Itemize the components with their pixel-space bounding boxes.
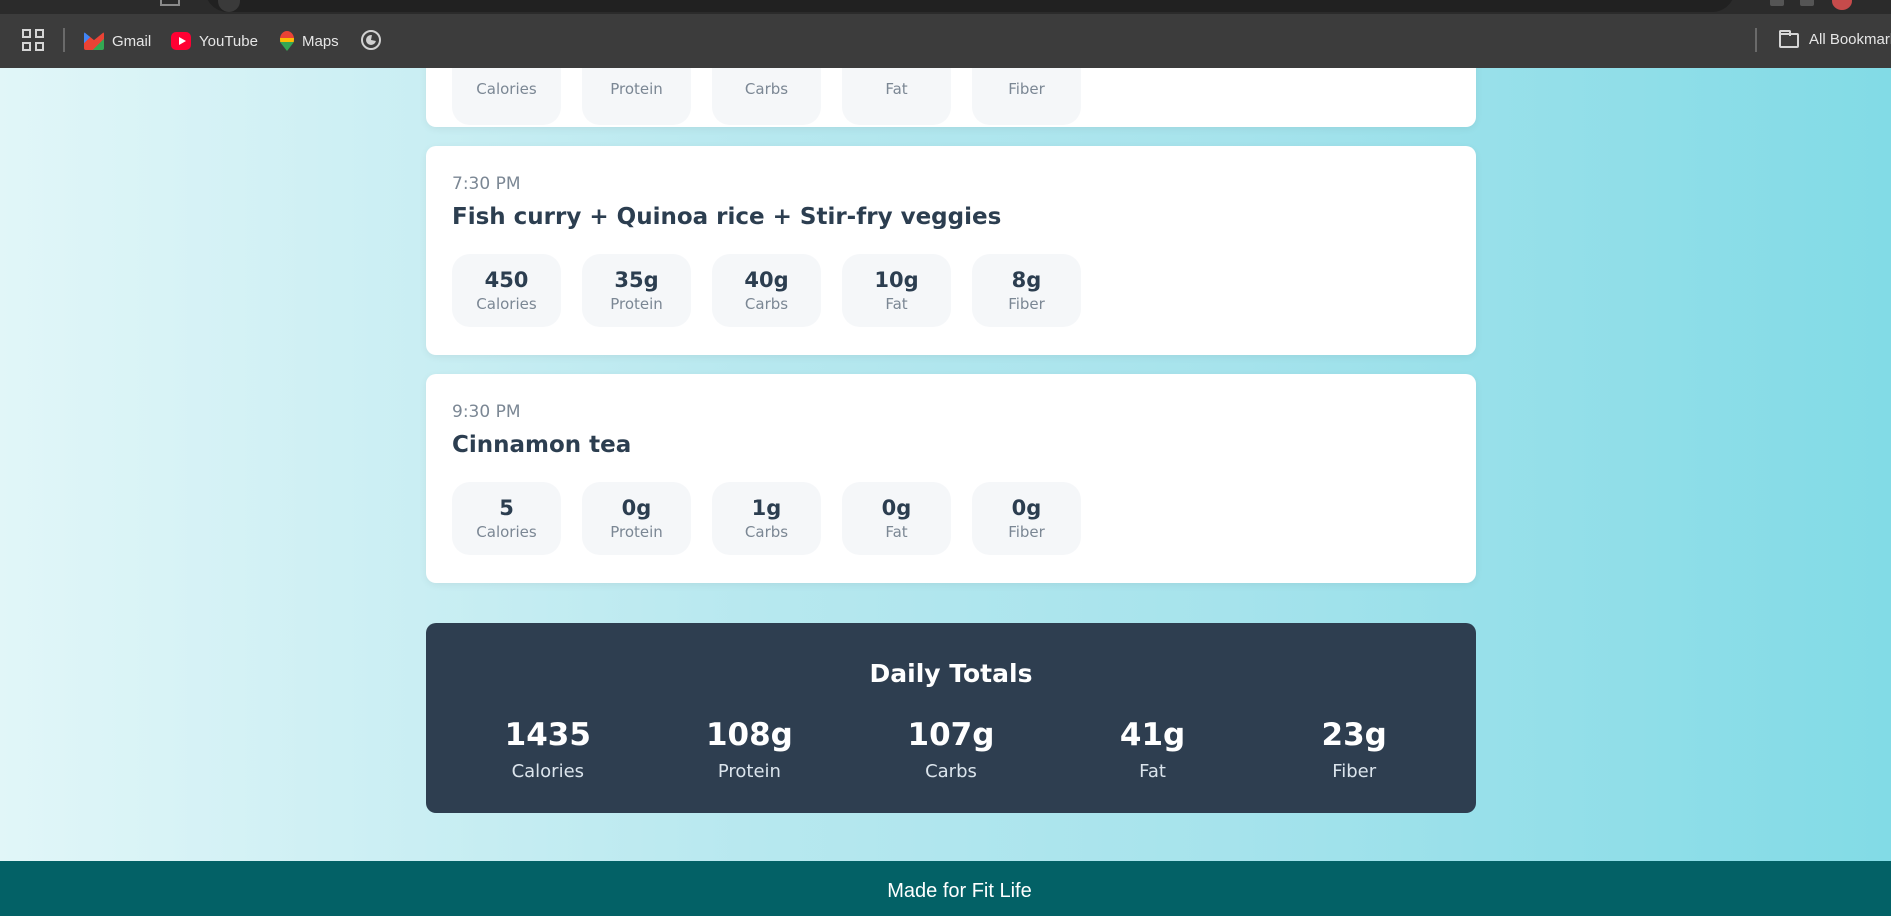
daily-totals-row: 1435 Calories 108g Protein 107g Carbs 41…	[447, 715, 1455, 787]
nutrient-chip-carbs: 40g Carbs	[712, 254, 821, 327]
nutrient-chip-fat: 10g Fat	[842, 254, 951, 327]
nutrient-label: Calories	[476, 294, 537, 313]
nutrient-chip-fat: Fat	[842, 68, 951, 125]
nutrient-label: Fat	[885, 522, 908, 541]
nutrient-label: Fat	[885, 294, 908, 313]
nutrient-label: Carbs	[744, 79, 789, 98]
nutrient-chip-fiber: 8g Fiber	[972, 254, 1081, 327]
nutrient-label: Fiber	[1008, 79, 1045, 98]
nutrient-label: Calories	[476, 522, 537, 541]
nutrient-label: Calories	[476, 79, 537, 98]
folder-icon[interactable]	[1779, 30, 1799, 48]
nutrient-label: Carbs	[744, 522, 789, 541]
tab-search-icon[interactable]	[160, 0, 180, 6]
bookmark-maps[interactable]: Maps	[280, 28, 339, 54]
nutrient-chip-protein: 0g Protein	[582, 482, 691, 555]
youtube-icon	[171, 32, 191, 50]
maps-icon	[280, 31, 294, 51]
bookmarks-bar: Gmail YouTube Maps	[0, 14, 1891, 68]
nutrient-row: 5 Calories 0g Protein 1g Carbs 0g Fat 0g…	[452, 482, 1081, 555]
nutrient-label: Fiber	[1008, 294, 1045, 313]
nutrient-chip-calories: 5 Calories	[452, 482, 561, 555]
total-protein: 108g Protein	[649, 715, 851, 787]
globe-icon[interactable]	[361, 30, 381, 50]
extensions-icon[interactable]	[1770, 0, 1784, 6]
nutrient-label: Fiber	[1008, 522, 1045, 541]
footer-text: Made for Fit Life	[887, 879, 1032, 902]
meal-card: 7:30 PM Fish curry + Quinoa rice + Stir-…	[426, 146, 1476, 355]
nutrient-value: 40g	[744, 267, 789, 292]
bookmarks-divider	[63, 28, 65, 52]
bookmarks-divider	[1755, 28, 1757, 52]
total-value: 107g	[907, 717, 995, 753]
nutrient-chip-fat: 0g Fat	[842, 482, 951, 555]
nutrient-row: Calories Protein Carbs Fat Fiber	[452, 68, 1081, 125]
daily-totals-title: Daily Totals	[869, 659, 1033, 688]
meal-time: 7:30 PM	[452, 174, 521, 194]
meal-title: Cinnamon tea	[452, 432, 632, 458]
total-label: Fiber	[1332, 761, 1377, 782]
bookmark-label: Maps	[302, 32, 339, 50]
bookmark-gmail[interactable]: Gmail	[84, 28, 151, 54]
gmail-icon	[84, 32, 104, 50]
profile-avatar-icon[interactable]	[1832, 0, 1852, 10]
nutrient-chip-calories: 450 Calories	[452, 254, 561, 327]
meal-title: Fish curry + Quinoa rice + Stir-fry vegg…	[452, 204, 1002, 230]
daily-totals-panel: Daily Totals 1435 Calories 108g Protein …	[426, 623, 1476, 813]
nutrient-chip-calories: Calories	[452, 68, 561, 125]
nutrient-chip-protein: 35g Protein	[582, 254, 691, 327]
nutrient-value: 8g	[1011, 267, 1042, 292]
page-footer: Made for Fit Life	[0, 861, 1891, 916]
nutrient-chip-carbs: Carbs	[712, 68, 821, 125]
total-label: Calories	[511, 761, 585, 782]
meal-card: Calories Protein Carbs Fat Fiber	[426, 68, 1476, 127]
nutrient-label: Protein	[610, 522, 663, 541]
download-icon[interactable]	[1800, 0, 1814, 6]
nutrient-value: 450	[484, 267, 529, 292]
nutrient-value: 0g	[1011, 495, 1042, 520]
nutrient-label: Carbs	[744, 294, 789, 313]
nutrient-label: Protein	[610, 294, 663, 313]
browser-toolbar	[0, 0, 1891, 14]
total-value: 108g	[705, 717, 793, 753]
nutrient-label: Protein	[610, 79, 663, 98]
nutrient-row: 450 Calories 35g Protein 40g Carbs 10g F…	[452, 254, 1081, 327]
total-value: 41g	[1119, 717, 1186, 753]
total-value: 23g	[1321, 717, 1387, 753]
nutrient-value: 5	[499, 495, 514, 520]
nutrient-value: 0g	[881, 495, 912, 520]
nutrient-value: 0g	[621, 495, 652, 520]
bookmark-label: Gmail	[112, 32, 152, 50]
bookmark-label: YouTube	[199, 32, 258, 50]
total-fiber: 23g Fiber	[1253, 715, 1455, 787]
nutrient-value: 35g	[614, 267, 659, 292]
apps-grid-icon[interactable]	[22, 29, 44, 51]
meal-time: 9:30 PM	[452, 402, 521, 422]
nutrient-chip-carbs: 1g Carbs	[712, 482, 821, 555]
all-bookmarks-button[interactable]: All Bookmarks	[1809, 31, 1891, 48]
total-label: Fat	[1139, 761, 1166, 782]
nutrient-label: Fat	[885, 79, 908, 98]
nutrient-chip-fiber: Fiber	[972, 68, 1081, 125]
nutrient-value: 10g	[874, 267, 919, 292]
total-carbs: 107g Carbs	[850, 715, 1052, 787]
total-label: Carbs	[925, 761, 977, 782]
total-calories: 1435 Calories	[447, 715, 649, 787]
nutrient-chip-protein: Protein	[582, 68, 691, 125]
total-value: 1435	[504, 717, 591, 753]
total-fat: 41g Fat	[1052, 715, 1254, 787]
bookmark-youtube[interactable]: YouTube	[171, 28, 258, 54]
nutrient-chip-fiber: 0g Fiber	[972, 482, 1081, 555]
nutrient-value: 1g	[751, 495, 782, 520]
address-bar[interactable]	[205, 0, 1735, 12]
total-label: Protein	[717, 761, 781, 782]
page-viewport: Calories Protein Carbs Fat Fiber 7:30 PM…	[0, 68, 1891, 916]
meal-card: 9:30 PM Cinnamon tea 5 Calories 0g Prote…	[426, 374, 1476, 583]
